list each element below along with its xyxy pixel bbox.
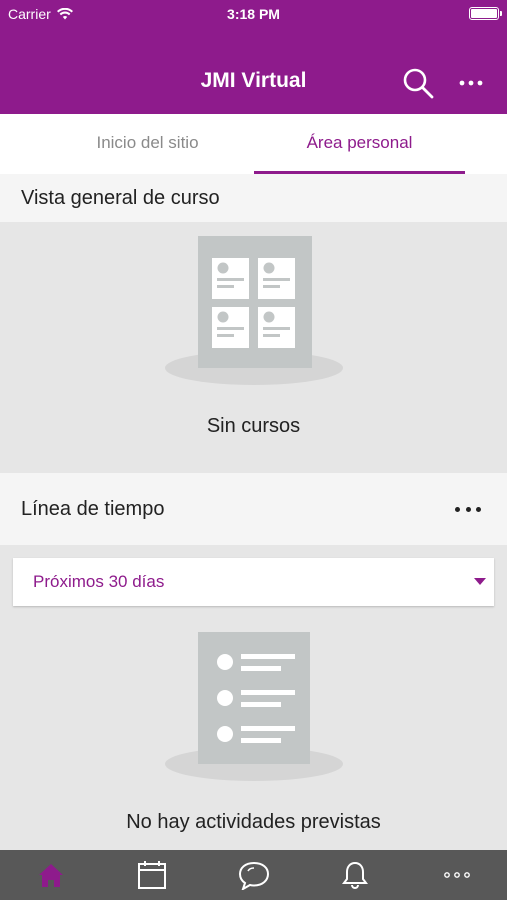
tab-dashboard[interactable]: Área personal — [254, 114, 465, 174]
tab-site-home[interactable]: Inicio del sitio — [40, 114, 255, 174]
tab-notifications[interactable] — [304, 850, 405, 900]
status-bar: Carrier 3:18 PM — [0, 0, 507, 28]
timeline-more-icon[interactable] — [455, 473, 481, 545]
course-overview-header: Vista general de curso — [0, 174, 507, 222]
timeline-header: Línea de tiempo — [0, 473, 507, 545]
timeline-title: Línea de tiempo — [21, 498, 165, 520]
nav-bar: JMI Virtual — [0, 28, 507, 114]
tab-calendar[interactable] — [101, 850, 202, 900]
calendar-icon — [137, 861, 166, 889]
courses-empty-icon — [165, 236, 343, 385]
timeline-filter-select[interactable]: Próximos 30 días — [13, 558, 494, 606]
messages-icon — [238, 861, 269, 890]
more-icon[interactable] — [452, 68, 490, 98]
tab-home[interactable] — [0, 850, 101, 900]
battery-icon — [469, 7, 502, 20]
status-time: 3:18 PM — [227, 6, 280, 22]
more-icon — [443, 872, 470, 878]
tab-messages[interactable] — [203, 850, 304, 900]
search-icon[interactable] — [400, 65, 438, 103]
course-overview-title: Vista general de curso — [21, 187, 220, 209]
home-icon — [38, 864, 63, 887]
no-activities-text: No hay actividades previstas — [126, 811, 381, 833]
tab-more[interactable] — [406, 850, 507, 900]
tab-strip: Inicio del sitio Área personal — [0, 114, 507, 174]
dropdown-caret-icon — [474, 578, 486, 585]
no-courses-text: Sin cursos — [206, 415, 301, 437]
notifications-icon — [341, 861, 368, 890]
timeline-filter-value: Próximos 30 días — [33, 572, 165, 591]
activities-empty-icon — [165, 632, 343, 781]
bottom-tab-bar — [0, 850, 507, 900]
